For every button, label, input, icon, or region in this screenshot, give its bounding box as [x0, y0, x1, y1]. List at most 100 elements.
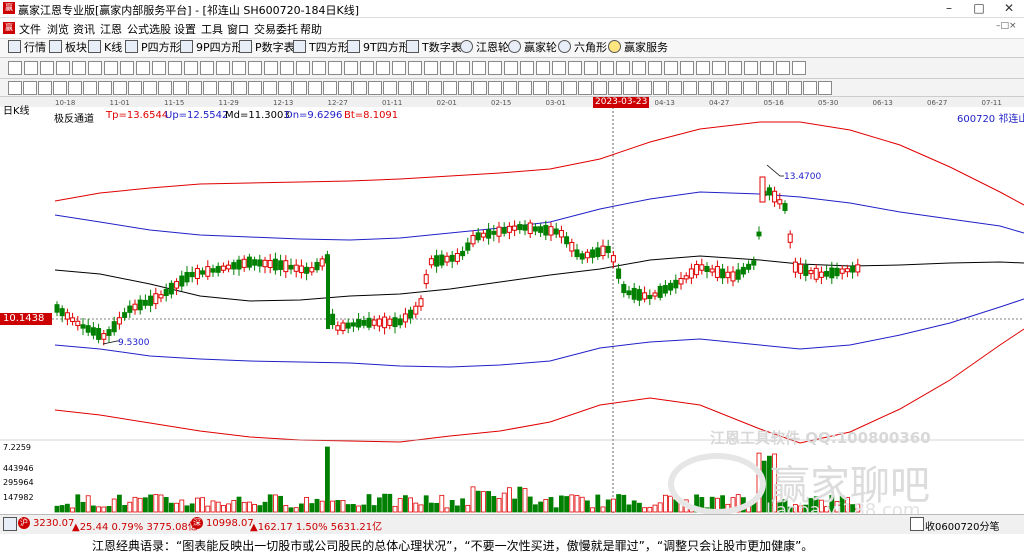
tool-icon[interactable]: [383, 81, 397, 95]
draw-tool-icon[interactable]: [792, 61, 806, 75]
kline-chart[interactable]: 10-18 11-01 11-15 11-29 12-13 12-27 01-11 02-01…: [0, 97, 1024, 514]
tool-icon[interactable]: [68, 81, 82, 95]
quote-button[interactable]: 行情: [8, 40, 46, 56]
draw-tool-icon[interactable]: [424, 61, 438, 75]
draw-tool-icon[interactable]: [552, 61, 566, 75]
draw-tool-icon[interactable]: [520, 61, 534, 75]
tool-icon[interactable]: [263, 81, 277, 95]
tool-icon[interactable]: [563, 81, 577, 95]
tool-icon[interactable]: [578, 81, 592, 95]
draw-tool-icon[interactable]: [392, 61, 406, 75]
tool-icon[interactable]: [23, 81, 37, 95]
tool-icon[interactable]: [38, 81, 52, 95]
maximize-button[interactable]: □: [964, 0, 994, 17]
tool-icon[interactable]: [443, 81, 457, 95]
draw-tool-icon[interactable]: [472, 61, 486, 75]
hexagon-button[interactable]: 六角形: [558, 40, 607, 56]
9t-square-button[interactable]: 9T四方形: [347, 40, 410, 56]
draw-tool-icon[interactable]: [488, 61, 502, 75]
draw-tool-icon[interactable]: [360, 61, 374, 75]
menu-gann[interactable]: 江恩: [100, 21, 122, 37]
tool-icon[interactable]: [503, 81, 517, 95]
menu-settings[interactable]: 设置: [174, 21, 196, 37]
tool-icon[interactable]: [248, 81, 262, 95]
mdi-controls[interactable]: –□×: [996, 21, 1017, 31]
draw-tool-icon[interactable]: [632, 61, 646, 75]
menu-tools[interactable]: 工具: [201, 21, 223, 37]
t-square-button[interactable]: T四方形: [293, 40, 349, 56]
menu-window[interactable]: 窗口: [227, 21, 249, 37]
draw-tool-icon[interactable]: [696, 61, 710, 75]
draw-tool-icon[interactable]: [280, 61, 294, 75]
tool-icon[interactable]: [353, 81, 367, 95]
draw-tool-icon[interactable]: [664, 61, 678, 75]
draw-tool-icon[interactable]: [152, 61, 166, 75]
draw-tool-icon[interactable]: [216, 61, 230, 75]
draw-tool-icon[interactable]: [24, 61, 38, 75]
minimize-button[interactable]: –: [934, 0, 964, 17]
tool-icon[interactable]: [533, 81, 547, 95]
market-grid-icon[interactable]: [3, 517, 17, 531]
tool-icon[interactable]: [608, 81, 622, 95]
tool-icon[interactable]: [203, 81, 217, 95]
draw-tool-icon[interactable]: [616, 61, 630, 75]
tool-icon[interactable]: [638, 81, 652, 95]
draw-tool-icon[interactable]: [200, 61, 214, 75]
draw-tool-icon[interactable]: [136, 61, 150, 75]
draw-tool-icon[interactable]: [456, 61, 470, 75]
winner-wheel-button[interactable]: 赢家轮: [508, 40, 557, 56]
draw-tool-icon[interactable]: [120, 61, 134, 75]
menu-file[interactable]: 文件: [19, 21, 41, 37]
draw-tool-icon[interactable]: [168, 61, 182, 75]
kline-button[interactable]: K线: [88, 40, 122, 56]
tool-icon[interactable]: [488, 81, 502, 95]
draw-tool-icon[interactable]: [536, 61, 550, 75]
sector-button[interactable]: 板块: [49, 40, 87, 56]
draw-tool-icon[interactable]: [8, 61, 22, 75]
tool-icon[interactable]: [473, 81, 487, 95]
draw-tool-icon[interactable]: [328, 61, 342, 75]
tick-icon[interactable]: [910, 517, 924, 531]
tool-icon[interactable]: [308, 81, 322, 95]
draw-tool-icon[interactable]: [600, 61, 614, 75]
draw-tool-icon[interactable]: [88, 61, 102, 75]
9p-square-button[interactable]: 9P四方形: [180, 40, 243, 56]
tool-icon[interactable]: [8, 81, 22, 95]
tool-icon[interactable]: [173, 81, 187, 95]
draw-tool-icon[interactable]: [584, 61, 598, 75]
p-square-button[interactable]: P四方形: [125, 40, 181, 56]
draw-tool-icon[interactable]: [728, 61, 742, 75]
close-button[interactable]: ✕: [994, 0, 1024, 17]
draw-tool-icon[interactable]: [776, 61, 790, 75]
tool-icon[interactable]: [713, 81, 727, 95]
menu-help[interactable]: 帮助: [300, 21, 322, 37]
gann-wheel-button[interactable]: 江恩轮: [460, 40, 509, 56]
menu-trade[interactable]: 交易委托: [254, 21, 298, 37]
draw-tool-icon[interactable]: [440, 61, 454, 75]
tool-icon[interactable]: [593, 81, 607, 95]
tool-icon[interactable]: [158, 81, 172, 95]
tool-icon[interactable]: [143, 81, 157, 95]
draw-tool-icon[interactable]: [408, 61, 422, 75]
tool-icon[interactable]: [128, 81, 142, 95]
menu-formula[interactable]: 公式选股: [127, 21, 171, 37]
draw-tool-icon[interactable]: [648, 61, 662, 75]
tool-icon[interactable]: [83, 81, 97, 95]
draw-tool-icon[interactable]: [712, 61, 726, 75]
tool-icon[interactable]: [233, 81, 247, 95]
draw-tool-icon[interactable]: [568, 61, 582, 75]
draw-tool-icon[interactable]: [504, 61, 518, 75]
draw-tool-icon[interactable]: [232, 61, 246, 75]
tool-icon[interactable]: [113, 81, 127, 95]
tool-icon[interactable]: [413, 81, 427, 95]
t-table-button[interactable]: T数字表: [406, 40, 462, 56]
draw-tool-icon[interactable]: [760, 61, 774, 75]
tool-icon[interactable]: [98, 81, 112, 95]
draw-tool-icon[interactable]: [376, 61, 390, 75]
draw-tool-icon[interactable]: [296, 61, 310, 75]
tool-icon[interactable]: [428, 81, 442, 95]
draw-tool-icon[interactable]: [344, 61, 358, 75]
tool-icon[interactable]: [548, 81, 562, 95]
service-button[interactable]: 赢家服务: [608, 40, 668, 56]
tool-icon[interactable]: [338, 81, 352, 95]
